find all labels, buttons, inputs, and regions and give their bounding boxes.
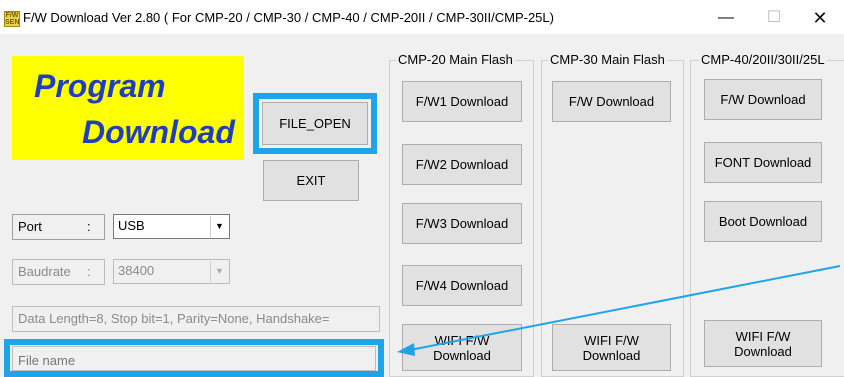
arrow-line	[409, 265, 841, 351]
annotation-arrow	[397, 265, 841, 356]
arrow-head	[397, 343, 415, 356]
